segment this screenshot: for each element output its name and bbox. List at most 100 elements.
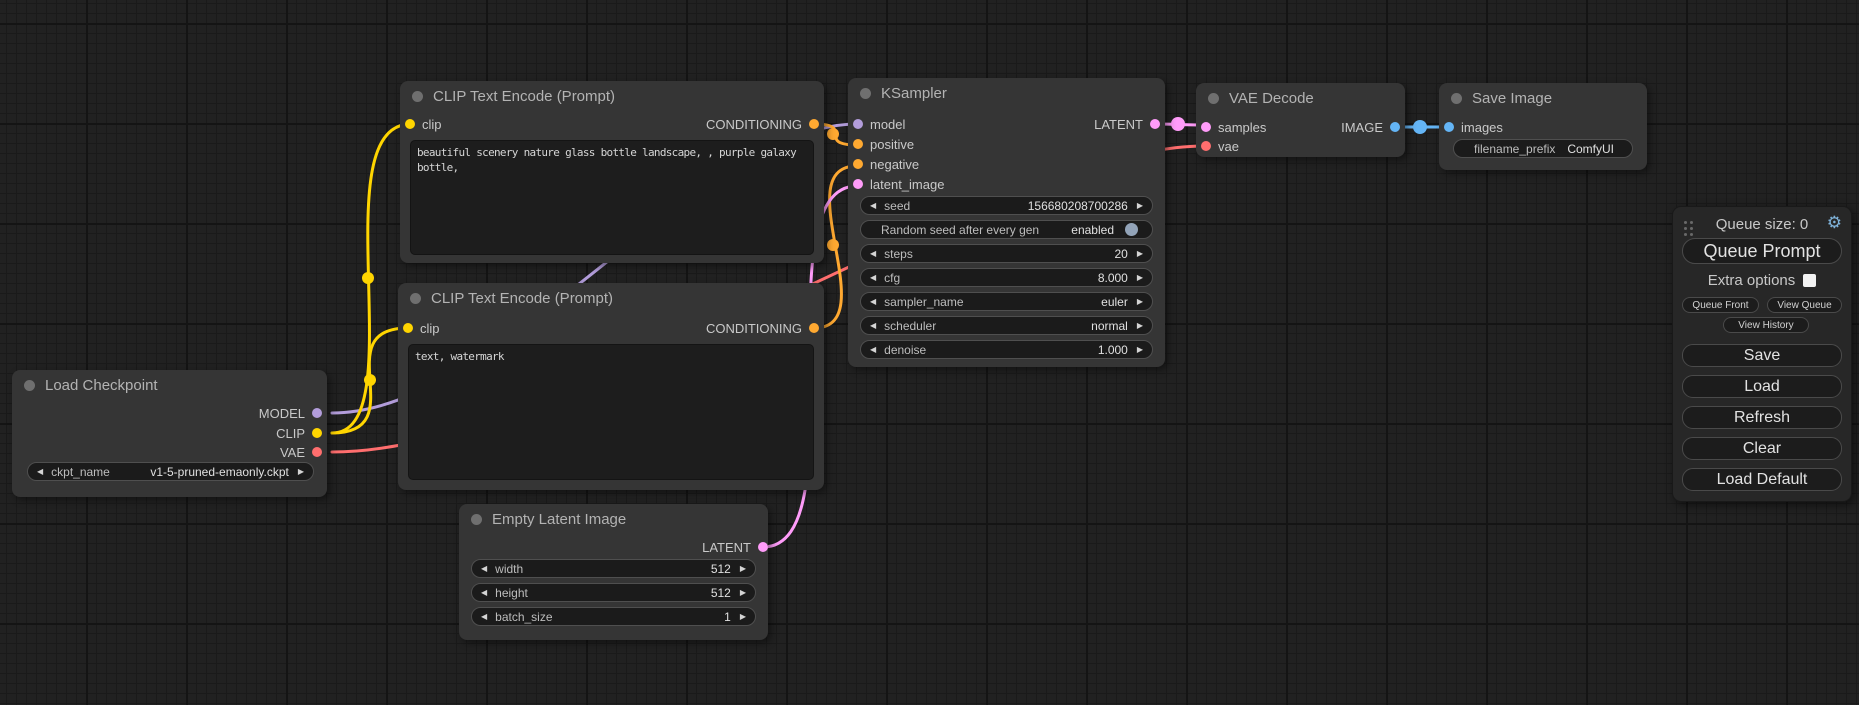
widget-cfg[interactable]: ◀ cfg 8.000 ▶ [860, 268, 1153, 287]
node-vae-decode[interactable]: VAE Decode samples vae IMAGE [1196, 83, 1405, 157]
input-latent-image[interactable]: latent_image [853, 174, 944, 194]
clear-button[interactable]: Clear [1682, 437, 1842, 460]
increment-arrow-icon[interactable]: ▶ [1137, 345, 1143, 354]
link-midpoint-dot[interactable] [1413, 120, 1427, 134]
increment-arrow-icon[interactable]: ▶ [740, 588, 746, 597]
output-latent[interactable]: LATENT [702, 537, 768, 557]
view-queue-button[interactable]: View Queue [1767, 297, 1842, 313]
node-clip-text-encode-positive[interactable]: CLIP Text Encode (Prompt) clip CONDITION… [400, 81, 824, 263]
node-ksampler[interactable]: KSampler model positive negative latent_… [848, 78, 1165, 367]
output-conditioning[interactable]: CONDITIONING [706, 114, 819, 134]
extra-options-checkbox[interactable] [1803, 274, 1816, 287]
node-save-image[interactable]: Save Image images filename_prefix ComfyU… [1439, 83, 1647, 170]
node-title-bar[interactable]: Save Image [1439, 83, 1647, 113]
decrement-arrow-icon[interactable]: ◀ [870, 273, 876, 282]
increment-arrow-icon[interactable]: ▶ [1137, 321, 1143, 330]
input-positive[interactable]: positive [853, 134, 914, 154]
decrement-arrow-icon[interactable]: ◀ [870, 249, 876, 258]
node-title-bar[interactable]: CLIP Text Encode (Prompt) [398, 283, 824, 313]
node-clip-text-encode-negative[interactable]: CLIP Text Encode (Prompt) clip CONDITION… [398, 283, 824, 490]
collapse-dot-icon[interactable] [412, 91, 423, 102]
node-title-bar[interactable]: KSampler [848, 78, 1165, 108]
decrement-arrow-icon[interactable]: ◀ [37, 467, 43, 476]
decrement-arrow-icon[interactable]: ◀ [870, 345, 876, 354]
port-dot-latent-icon[interactable] [1201, 122, 1211, 132]
port-dot-model-icon[interactable] [853, 119, 863, 129]
link-midpoint-dot[interactable] [827, 239, 839, 251]
queue-prompt-button[interactable]: Queue Prompt [1682, 238, 1842, 264]
view-history-button[interactable]: View History [1723, 317, 1809, 333]
decrement-arrow-icon[interactable]: ◀ [481, 564, 487, 573]
increment-arrow-icon[interactable]: ▶ [1137, 297, 1143, 306]
decrement-arrow-icon[interactable]: ◀ [481, 612, 487, 621]
collapse-dot-icon[interactable] [1208, 93, 1219, 104]
increment-arrow-icon[interactable]: ▶ [1137, 249, 1143, 258]
node-title-bar[interactable]: VAE Decode [1196, 83, 1405, 113]
decrement-arrow-icon[interactable]: ◀ [870, 321, 876, 330]
decrement-arrow-icon[interactable]: ◀ [481, 588, 487, 597]
input-vae[interactable]: vae [1201, 136, 1239, 156]
input-clip[interactable]: clip [403, 318, 440, 338]
collapse-dot-icon[interactable] [860, 88, 871, 99]
output-vae[interactable]: VAE [280, 442, 322, 462]
increment-arrow-icon[interactable]: ▶ [298, 467, 304, 476]
port-dot-conditioning-icon[interactable] [853, 139, 863, 149]
increment-arrow-icon[interactable]: ▶ [1137, 201, 1143, 210]
settings-gear-icon[interactable]: ⚙ [1827, 213, 1842, 233]
input-model[interactable]: model [853, 114, 905, 134]
port-dot-latent-icon[interactable] [758, 542, 768, 552]
widget-seed[interactable]: ◀ seed 156680208700286 ▶ [860, 196, 1153, 215]
port-dot-vae-icon[interactable] [1201, 141, 1211, 151]
decrement-arrow-icon[interactable]: ◀ [870, 297, 876, 306]
port-dot-conditioning-icon[interactable] [809, 119, 819, 129]
link-midpoint-dot[interactable] [362, 272, 374, 284]
prompt-textarea[interactable]: text, watermark [408, 344, 814, 480]
port-dot-clip-icon[interactable] [312, 428, 322, 438]
link-midpoint-dot[interactable] [827, 128, 839, 140]
output-image[interactable]: IMAGE [1341, 117, 1400, 137]
node-title-bar[interactable]: CLIP Text Encode (Prompt) [400, 81, 824, 111]
toggle-knob-icon[interactable] [1125, 223, 1138, 236]
node-empty-latent-image[interactable]: Empty Latent Image LATENT ◀ width 512 ▶ … [459, 504, 768, 640]
output-clip[interactable]: CLIP [276, 423, 322, 443]
port-dot-latent-icon[interactable] [1150, 119, 1160, 129]
input-images[interactable]: images [1444, 117, 1503, 137]
widget-scheduler[interactable]: ◀ scheduler normal ▶ [860, 316, 1153, 335]
save-button[interactable]: Save [1682, 344, 1842, 367]
widget-sampler-name[interactable]: ◀ sampler_name euler ▶ [860, 292, 1153, 311]
load-button[interactable]: Load [1682, 375, 1842, 398]
port-dot-conditioning-icon[interactable] [853, 159, 863, 169]
port-dot-latent-icon[interactable] [853, 179, 863, 189]
collapse-dot-icon[interactable] [24, 380, 35, 391]
widget-batch-size[interactable]: ◀ batch_size 1 ▶ [471, 607, 756, 626]
port-dot-model-icon[interactable] [312, 408, 322, 418]
queue-front-button[interactable]: Queue Front [1682, 297, 1759, 313]
output-latent[interactable]: LATENT [1094, 114, 1160, 134]
collapse-dot-icon[interactable] [471, 514, 482, 525]
widget-height[interactable]: ◀ height 512 ▶ [471, 583, 756, 602]
collapse-dot-icon[interactable] [410, 293, 421, 304]
input-samples[interactable]: samples [1201, 117, 1266, 137]
widget-filename-prefix[interactable]: filename_prefix ComfyUI [1453, 139, 1633, 158]
input-clip[interactable]: clip [405, 114, 442, 134]
port-dot-conditioning-icon[interactable] [809, 323, 819, 333]
port-dot-clip-icon[interactable] [403, 323, 413, 333]
widget-random-seed-toggle[interactable]: Random seed after every gen enabled [860, 220, 1153, 239]
widget-denoise[interactable]: ◀ denoise 1.000 ▶ [860, 340, 1153, 359]
port-dot-image-icon[interactable] [1390, 122, 1400, 132]
decrement-arrow-icon[interactable]: ◀ [870, 201, 876, 210]
node-title-bar[interactable]: Load Checkpoint [12, 370, 327, 400]
widget-steps[interactable]: ◀ steps 20 ▶ [860, 244, 1153, 263]
widget-width[interactable]: ◀ width 512 ▶ [471, 559, 756, 578]
output-conditioning[interactable]: CONDITIONING [706, 318, 819, 338]
output-model[interactable]: MODEL [259, 403, 322, 423]
collapse-dot-icon[interactable] [1451, 93, 1462, 104]
link-midpoint-dot[interactable] [364, 374, 376, 386]
prompt-textarea[interactable]: beautiful scenery nature glass bottle la… [410, 140, 814, 255]
refresh-button[interactable]: Refresh [1682, 406, 1842, 429]
load-default-button[interactable]: Load Default [1682, 468, 1842, 491]
link-midpoint-dot[interactable] [1171, 117, 1185, 131]
increment-arrow-icon[interactable]: ▶ [1137, 273, 1143, 282]
node-title-bar[interactable]: Empty Latent Image [459, 504, 768, 534]
widget-ckpt-name[interactable]: ◀ ckpt_name v1-5-pruned-emaonly.ckpt ▶ [27, 462, 314, 481]
